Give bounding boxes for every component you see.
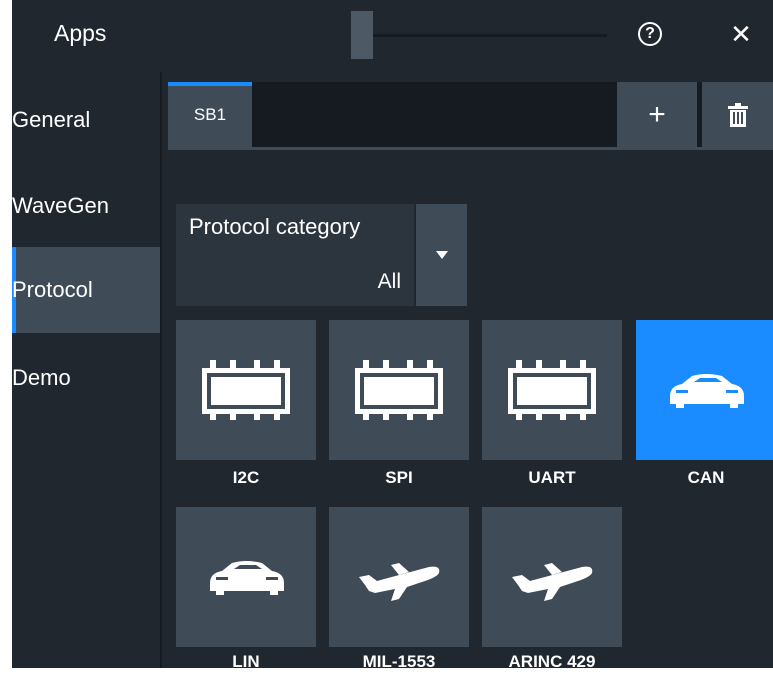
dialog-title: Apps [54,20,107,46]
protocol-tile-i2c[interactable] [176,320,316,460]
chip-icon [355,360,443,420]
tab-sb1[interactable]: SB1 [168,82,252,148]
sidebar-item-label: Demo [12,365,71,390]
tab-label: SB1 [193,105,227,124]
protocol-tile-lin[interactable] [176,507,316,647]
plus-icon: + [648,98,666,131]
protocol-tile-spi[interactable] [329,320,469,460]
dialog-header: Apps ? ✕ [12,0,773,72]
sidebar-item-label: General [12,107,91,132]
car-icon [670,374,744,408]
protocol-tile-mil-1553[interactable] [329,507,469,647]
dropdown-body[interactable]: Protocol category All [176,204,414,306]
sidebar: General WaveGen Protocol Demo [12,72,160,668]
protocol-label: SPI [385,468,413,487]
chip-icon [508,360,596,420]
delete-button[interactable] [702,82,773,148]
protocol-label: CAN [687,468,725,487]
sidebar-item-demo[interactable]: Demo [12,335,160,421]
protocol-label: MIL-1553 [362,652,436,668]
protocol-tile-arinc-429[interactable] [482,507,622,647]
tab-bar-underline [168,147,773,150]
dropdown-label: Protocol category [189,214,361,239]
protocol-label: UART [528,468,576,487]
active-tab-indicator [168,82,252,86]
help-icon[interactable]: ? [638,22,662,46]
protocol-tile-can[interactable] [636,320,773,460]
airplane-icon [512,563,593,601]
sidebar-item-label: WaveGen [12,193,110,218]
chip-icon [202,360,290,420]
sidebar-item-wavegen[interactable]: WaveGen [12,163,160,249]
sidebar-item-protocol[interactable]: Protocol [12,247,160,333]
protocol-label: LIN [232,652,260,668]
protocol-label: ARINC 429 [508,652,596,668]
protocol-label: I2C [232,468,260,487]
airplane-icon [359,563,440,601]
apps-dialog: Apps ? ✕ General WaveGen Protocol Demo S… [12,0,773,668]
tab-bar: SB1 + [168,82,773,148]
car-icon [210,561,284,595]
protocol-category-dropdown[interactable]: Protocol category All [176,204,467,306]
sidebar-item-label: Protocol [12,277,93,302]
slider-track[interactable] [362,34,607,37]
dropdown-toggle[interactable] [416,204,467,306]
chevron-down-icon [435,251,448,259]
slider-thumb[interactable] [351,11,373,59]
protocol-tile-uart[interactable] [482,320,622,460]
close-icon[interactable]: ✕ [724,17,758,51]
sidebar-item-general[interactable]: General [12,77,160,163]
main-panel: SB1 + Protocol category All I2C SPI UART… [162,72,773,668]
add-button[interactable]: + [617,82,697,148]
trash-icon [727,103,748,127]
dropdown-value: All [377,270,401,293]
